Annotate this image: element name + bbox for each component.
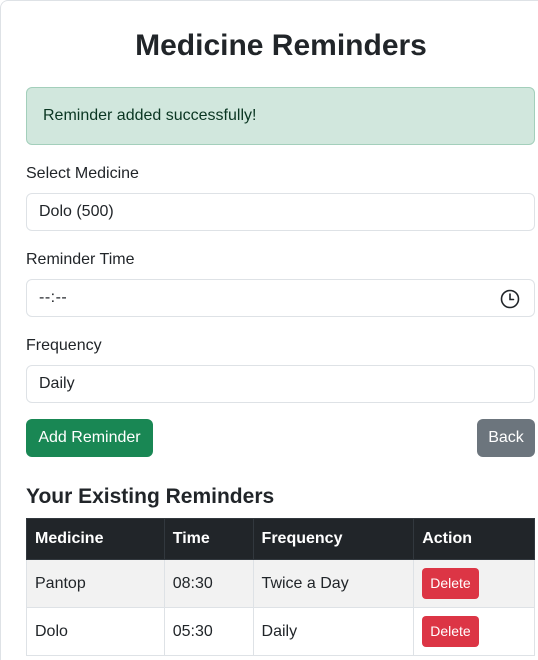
table-row: Dolo 05:30 Daily Delete [26, 607, 535, 656]
time-label: Reminder Time [26, 251, 135, 268]
table-row: Pantop 08:30 Twice a Day Delete [26, 559, 535, 608]
column-header-frequency: Frequency [252, 518, 415, 560]
medicine-select[interactable]: Dolo (500) [26, 193, 535, 231]
reminders-heading: Your Existing Reminders [26, 485, 275, 508]
medicine-label: Select Medicine [26, 165, 139, 182]
clock-icon[interactable] [500, 289, 520, 309]
table-header-row: Medicine Time Frequency Action [26, 518, 535, 560]
cell-frequency: Daily [252, 607, 415, 656]
column-header-medicine: Medicine [26, 518, 165, 560]
delete-button[interactable]: Delete [422, 568, 479, 599]
cell-medicine: Pantop [26, 559, 165, 608]
page-title: Medicine Reminders [135, 29, 427, 62]
column-header-action: Action [413, 518, 535, 560]
main-card: Medicine Reminders Reminder added succes… [0, 0, 538, 660]
frequency-select[interactable]: Daily [26, 365, 535, 403]
cell-action: Delete [413, 559, 535, 608]
frequency-select-value: Daily [39, 375, 75, 392]
cell-medicine: Dolo [26, 607, 165, 656]
success-alert: Reminder added successfully! [26, 87, 535, 145]
medicine-select-value: Dolo (500) [39, 203, 114, 220]
cell-frequency: Twice a Day [252, 559, 415, 608]
delete-button[interactable]: Delete [422, 616, 479, 647]
cell-time: 08:30 [163, 559, 254, 608]
cell-time: 05:30 [163, 607, 254, 656]
add-reminder-button[interactable]: Add Reminder [26, 419, 153, 457]
time-input-value: --:-- [39, 289, 68, 306]
reminders-table: Medicine Time Frequency Action Pantop 08… [26, 518, 535, 656]
time-input[interactable]: --:-- [26, 279, 535, 317]
cell-action: Delete [413, 607, 535, 656]
frequency-label: Frequency [26, 337, 102, 354]
back-button[interactable]: Back [477, 419, 535, 457]
column-header-time: Time [163, 518, 254, 560]
